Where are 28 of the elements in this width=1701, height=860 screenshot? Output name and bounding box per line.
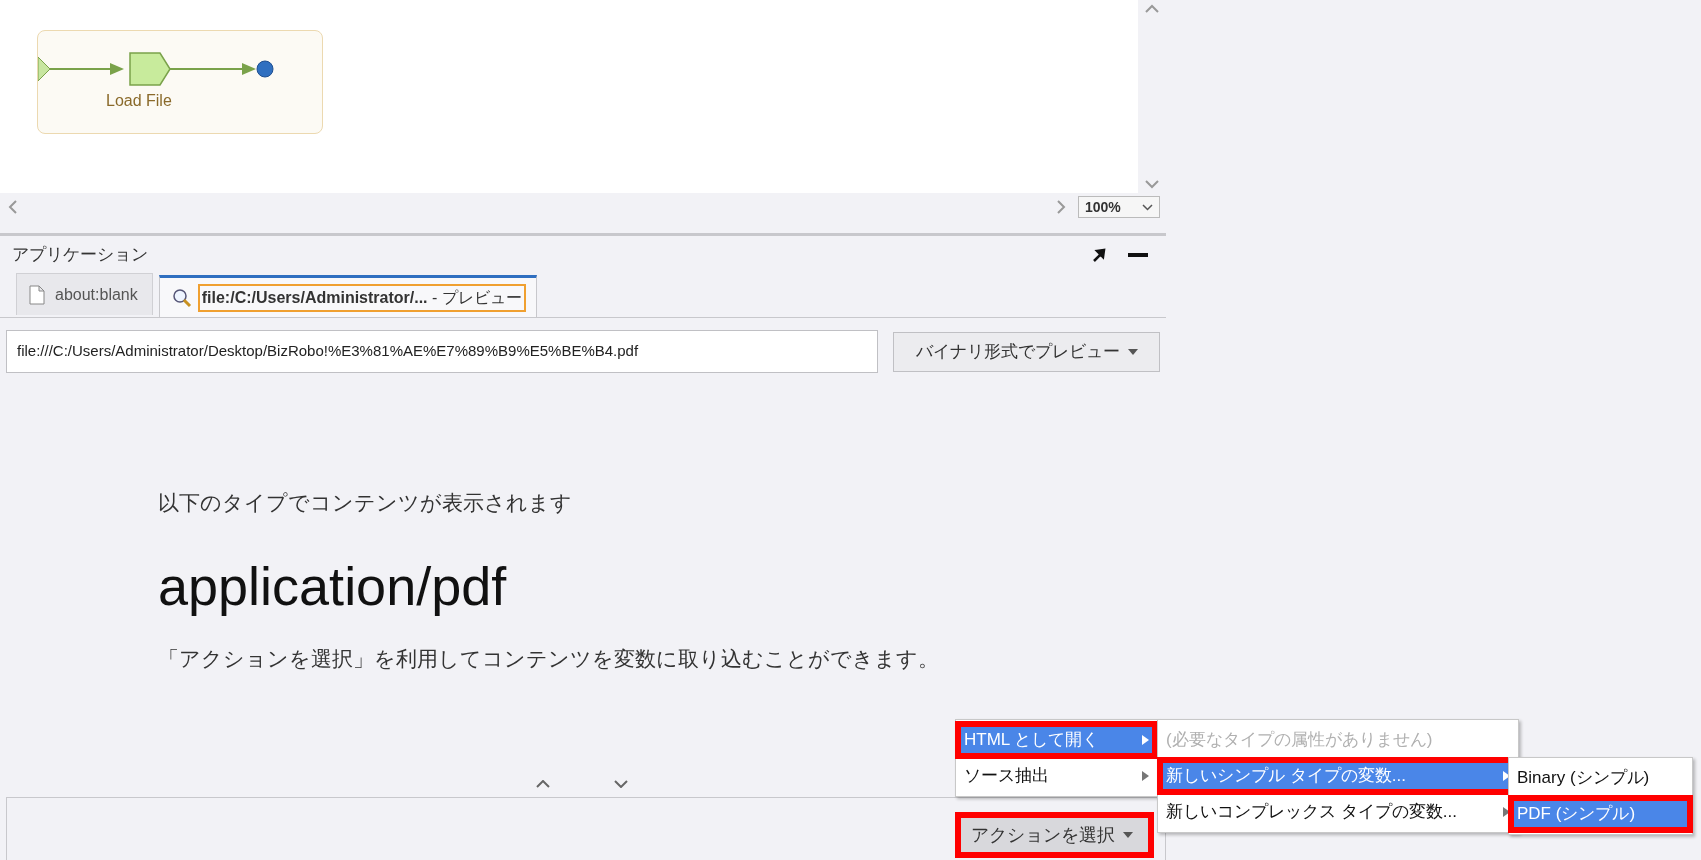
menu-item[interactable]: HTML として開く (956, 722, 1157, 758)
chevron-down-icon (1142, 203, 1153, 211)
tab[interactable]: file:/C:/Users/Administrator/... - プレビュー (158, 275, 537, 317)
select-action-button[interactable]: アクションを選択 (955, 812, 1154, 858)
preview-mode-button[interactable]: バイナリ形式でプレビュー (893, 331, 1160, 372)
step-label: Load File (106, 91, 173, 111)
pop-out-icon[interactable] (1092, 248, 1106, 262)
scroll-left-icon[interactable] (8, 200, 17, 214)
caret-icon (1123, 832, 1133, 838)
mime-type-heading: application/pdf (158, 554, 508, 618)
chevron-down-icon[interactable] (614, 780, 628, 788)
tab[interactable]: about:blank (16, 273, 153, 315)
zoom-select[interactable]: 100% (1078, 196, 1160, 218)
menu-item[interactable]: PDF (シンプル) (1509, 796, 1692, 832)
tab-label: about:blank (54, 284, 139, 305)
menu-item[interactable]: ソース抽出 (956, 758, 1157, 794)
document-icon (29, 284, 45, 305)
hint-text: 「アクションを選択」を利用してコンテンツを変数に取り込むことができます。 (158, 645, 940, 672)
intro-text: 以下のタイプでコンテンツが表示されます (158, 490, 573, 516)
caret-icon (1127, 348, 1138, 355)
scroll-down-icon[interactable] (1145, 180, 1159, 189)
panel-title: アプリケーション (12, 244, 148, 267)
url-field[interactable]: file:///C:/Users/Administrator/Desktop/BizRobo!%E3%81%AE%E7%89%B9%E5%BE%B4.pdf (6, 330, 878, 373)
chevron-up-icon[interactable] (536, 780, 550, 788)
tab-label: file:/C:/Users/Administrator/... - プレビュー (199, 285, 524, 310)
magnifier-icon (171, 287, 192, 308)
scroll-right-icon[interactable] (1057, 200, 1066, 214)
scroll-up-icon[interactable] (1145, 4, 1159, 13)
